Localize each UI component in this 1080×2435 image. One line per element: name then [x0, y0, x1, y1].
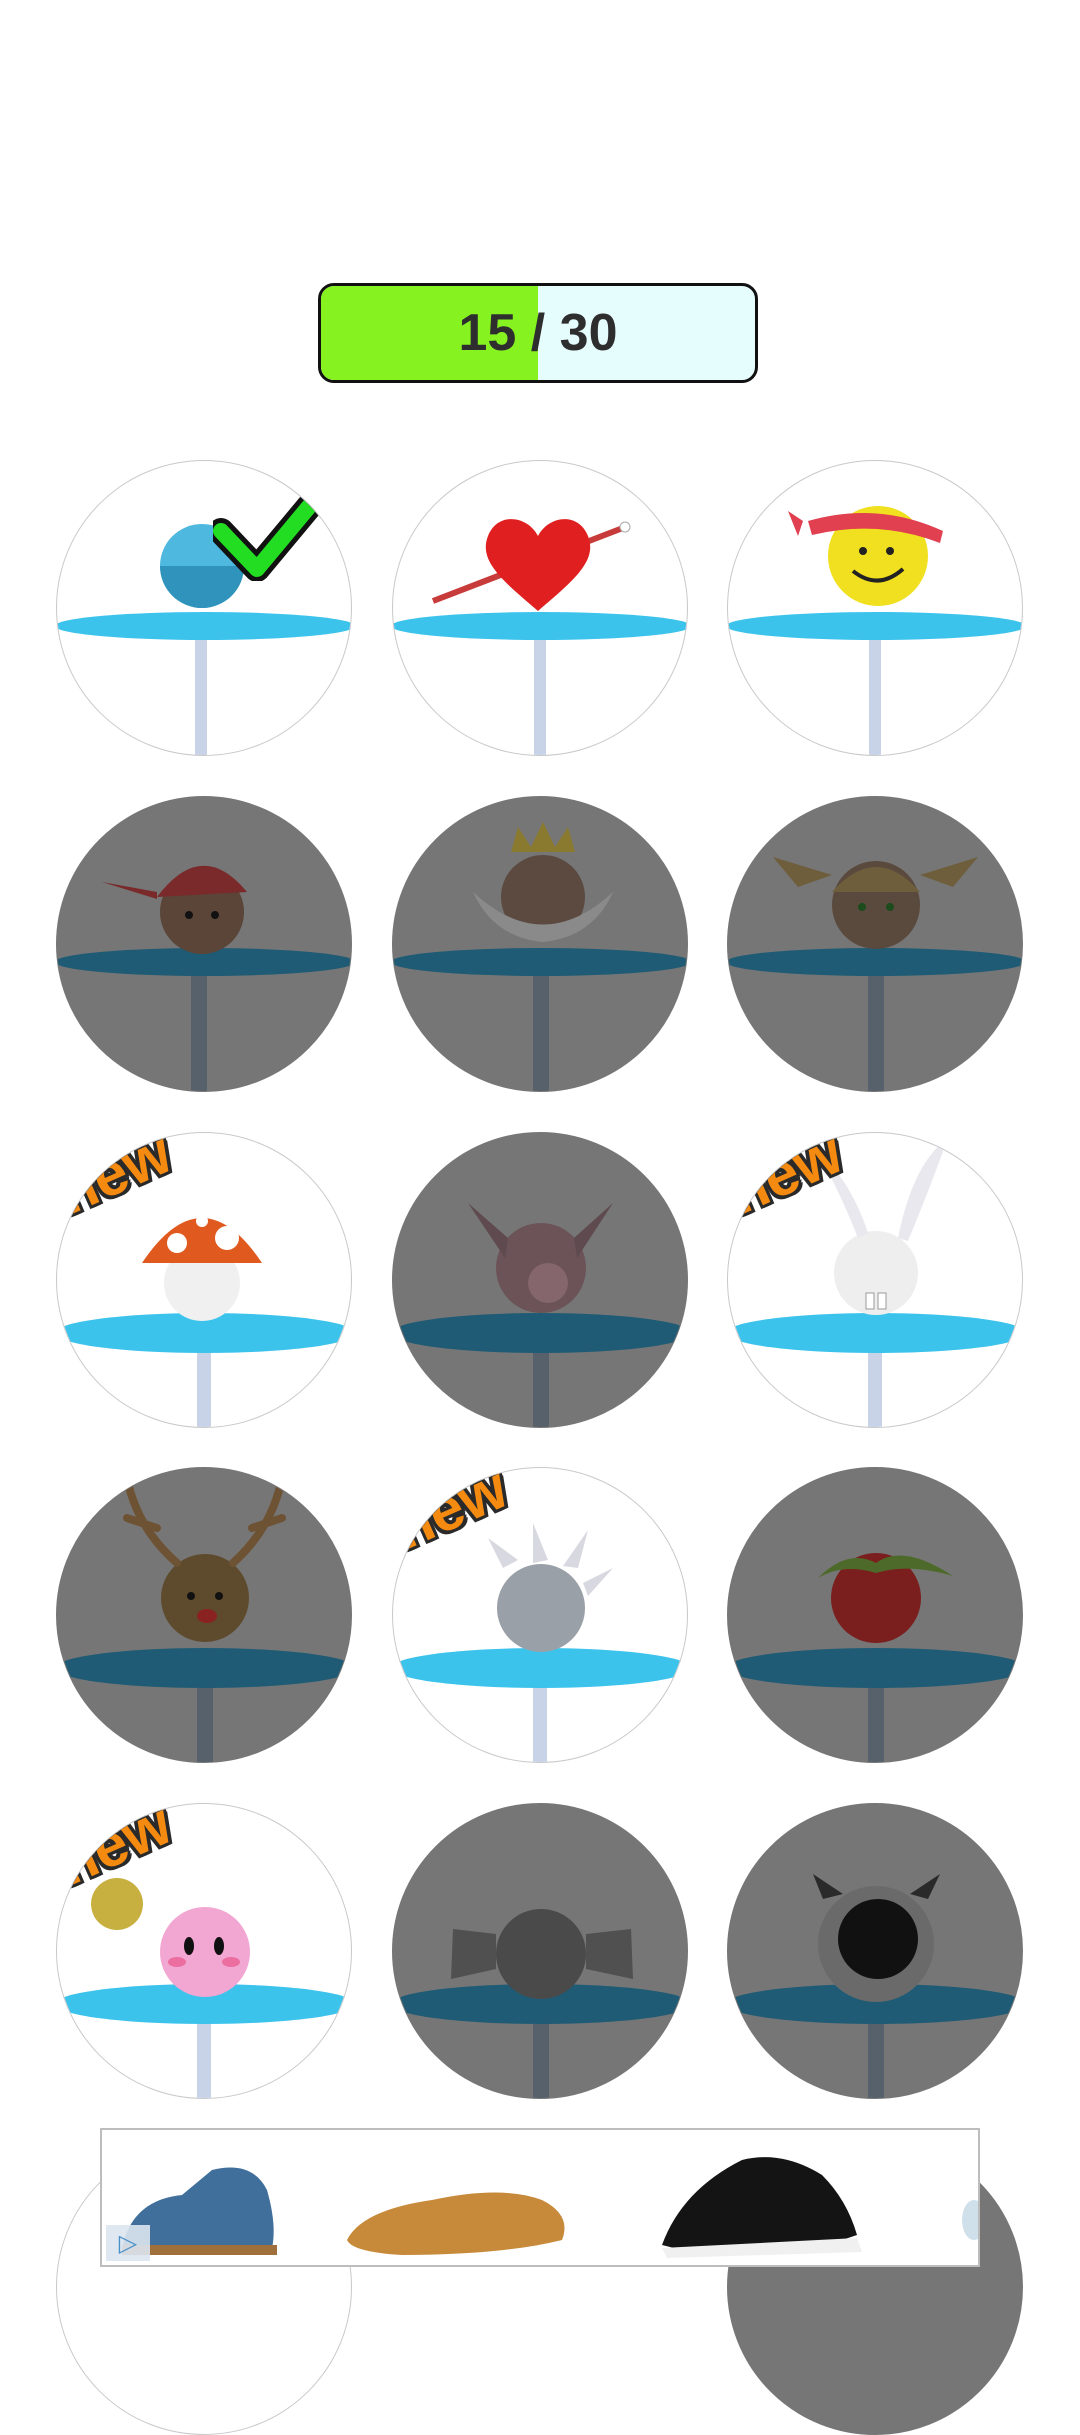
skin-grid: new new new new [0, 0, 1080, 2435]
skin-cell-sheep[interactable] [727, 1803, 1023, 2099]
skin-cell-reindeer[interactable] [56, 1467, 352, 1763]
skin-cell-pigtails-ball[interactable] [727, 796, 1023, 1092]
skin-cell-heart-arrow[interactable] [392, 460, 688, 756]
adchoices-icon[interactable]: ▷ [106, 2225, 150, 2261]
skin-cell-spiky-ball[interactable]: new [392, 1467, 688, 1763]
ad-products-image [122, 2157, 978, 2258]
skin-cell-cap-ball[interactable] [56, 796, 352, 1092]
skin-cell-blue-ball[interactable] [56, 460, 352, 756]
skin-cell-smiley-headband[interactable] [727, 460, 1023, 756]
skin-cell-bunny[interactable]: new [727, 1132, 1023, 1428]
ad-banner[interactable]: ▷ [100, 2128, 980, 2267]
skin-cell-crown-beard-ball[interactable] [392, 796, 688, 1092]
check-icon [213, 461, 343, 581]
skin-cell-tomato[interactable] [727, 1467, 1023, 1763]
skin-cell-mushroom[interactable]: new [56, 1132, 352, 1428]
skin-cell-pink-ball[interactable]: new [56, 1803, 352, 2099]
skin-cell-winged-ball[interactable] [392, 1803, 688, 2099]
skin-cell-pig[interactable] [392, 1132, 688, 1428]
